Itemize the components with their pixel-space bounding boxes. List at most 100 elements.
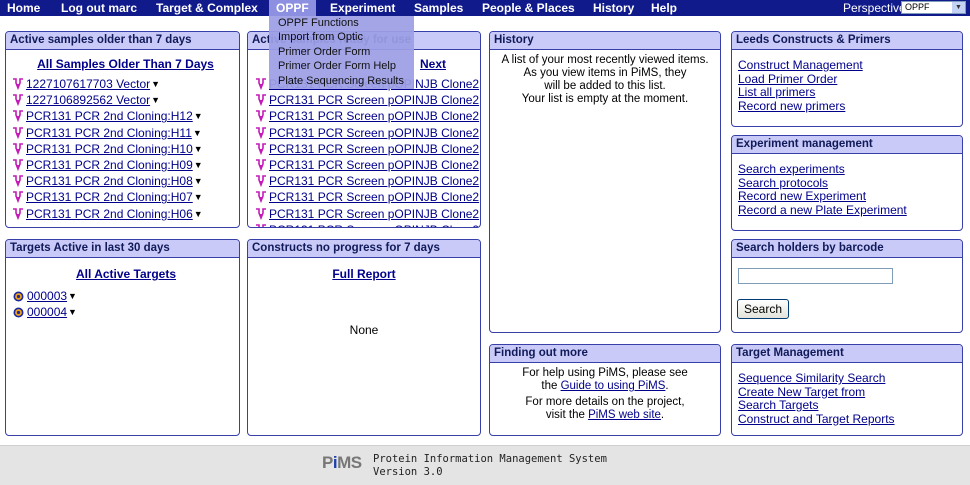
- menu-samples[interactable]: Samples: [414, 1, 463, 15]
- dropdown-triangle-icon[interactable]: ▼: [194, 173, 203, 189]
- record-new-primers-link[interactable]: Record new primers: [738, 99, 845, 113]
- panel-title: Leeds Constructs & Primers: [732, 32, 962, 50]
- dropdown-item-oppf-functions[interactable]: OPPF Functions: [278, 16, 414, 30]
- perspective-label: Perspective:: [843, 1, 910, 15]
- sample-link[interactable]: PCR131 PCR 2nd Cloning:H12: [26, 108, 193, 124]
- search-experiments-link[interactable]: Search experiments: [738, 162, 845, 176]
- history-panel: History A list of your most recently vie…: [489, 31, 721, 333]
- dropdown-triangle-icon[interactable]: ▼: [151, 92, 160, 108]
- search-button[interactable]: Search: [737, 299, 790, 319]
- sample-link[interactable]: PCR131 PCR 2nd Cloning:H07: [26, 189, 193, 205]
- footer: PiMS Protein Information Management Syst…: [0, 445, 970, 485]
- ready-sample-row: PCR131 PCR Screen pOPINJB Clone2: [255, 92, 480, 108]
- ready-sample-link[interactable]: PCR131 PCR Screen pOPINJB Clone2: [269, 189, 479, 205]
- perspective-select[interactable]: OPPF ▼: [901, 1, 966, 14]
- flask-icon: [256, 159, 266, 172]
- construct-target-reports-link[interactable]: Construct and Target Reports: [738, 412, 895, 426]
- target-link[interactable]: 000003: [27, 288, 67, 304]
- next-link[interactable]: Next: [420, 57, 446, 71]
- record-plate-experiment-link[interactable]: Record a new Plate Experiment: [738, 203, 907, 217]
- ready-sample-link[interactable]: PCR131 PCR Screen pOPINJB Clone2: [269, 108, 479, 124]
- menu-logout[interactable]: Log out marc: [61, 1, 137, 15]
- ready-sample-link[interactable]: PCR131 PCR Screen pOPINJB Clone2: [269, 222, 479, 227]
- dropdown-triangle-icon[interactable]: ▼: [68, 304, 77, 320]
- oppf-dropdown-menu: OPPF Functions Import from Optic Primer …: [269, 16, 414, 89]
- ready-sample-link[interactable]: PCR131 PCR Screen pOPINJB Clone2: [269, 173, 479, 189]
- barcode-search-input[interactable]: [738, 268, 893, 284]
- ready-sample-row: PCR131 PCR Screen pOPINJB Clone2: [255, 108, 480, 124]
- panel-title: Finding out more: [490, 345, 720, 363]
- help-text: the: [541, 380, 561, 392]
- dropdown-triangle-icon[interactable]: ▼: [194, 206, 203, 222]
- dropdown-item-plate-sequencing[interactable]: Plate Sequencing Results: [278, 74, 414, 88]
- flask-icon: [256, 126, 266, 139]
- ready-sample-link[interactable]: PCR131 PCR Screen pOPINJB Clone2: [269, 141, 479, 157]
- experiment-management-panel: Experiment management Search experiments…: [731, 135, 963, 231]
- pims-website-link[interactable]: PiMS web site: [588, 409, 661, 421]
- sample-row: 1227107617703 Vector ▼: [12, 76, 239, 92]
- ready-sample-row: PCR131 PCR Screen pOPINJB Clone2: [255, 222, 480, 227]
- sample-link[interactable]: PCR131 PCR 2nd Cloning:H09: [26, 157, 193, 173]
- targets-active-panel: Targets Active in last 30 days All Activ…: [5, 239, 240, 436]
- sequence-similarity-link[interactable]: Sequence Similarity Search: [738, 371, 885, 385]
- target-row: 000003 ▼: [13, 288, 239, 304]
- sample-row: PCR131 PCR 2nd Cloning:H06 ▼: [12, 206, 239, 222]
- menu-help[interactable]: Help: [651, 1, 677, 15]
- sample-link[interactable]: PCR131 PCR 2nd Cloning:H08: [26, 173, 193, 189]
- flask-icon: [13, 126, 23, 139]
- menu-history[interactable]: History: [593, 1, 634, 15]
- search-targets-link[interactable]: Search Targets: [738, 398, 819, 412]
- dropdown-item-import-optic[interactable]: Import from Optic: [278, 30, 414, 44]
- dropdown-triangle-icon[interactable]: ▼: [194, 189, 203, 205]
- menu-experiment[interactable]: Experiment: [330, 1, 395, 15]
- sample-link[interactable]: PCR131 PCR 2nd Cloning:H11: [26, 125, 192, 141]
- flask-icon: [13, 143, 23, 155]
- dropdown-triangle-icon[interactable]: ▼: [68, 288, 77, 304]
- search-protocols-link[interactable]: Search protocols: [738, 176, 828, 190]
- record-new-experiment-link[interactable]: Record new Experiment: [738, 189, 866, 203]
- chevron-down-icon[interactable]: ▼: [952, 2, 965, 13]
- menu-oppf[interactable]: OPPF: [269, 0, 316, 16]
- finding-out-more-panel: Finding out more For help using PiMS, pl…: [489, 344, 721, 436]
- sample-link[interactable]: 1227107617703 Vector: [26, 76, 150, 92]
- load-primer-order-link[interactable]: Load Primer Order: [738, 72, 837, 86]
- help-text: For help using PiMS, please see: [522, 367, 688, 379]
- sample-row: PCR131 PCR 2nd Cloning:H11 ▼: [12, 125, 239, 141]
- sample-row: PCR131 PCR 2nd Cloning:H10 ▼: [12, 141, 239, 157]
- ready-sample-row: PCR131 PCR Screen pOPINJB Clone2: [255, 125, 480, 141]
- flask-icon: [13, 159, 23, 172]
- target-link[interactable]: 000004: [27, 304, 67, 320]
- dropdown-triangle-icon[interactable]: ▼: [194, 157, 203, 173]
- ready-sample-link[interactable]: PCR131 PCR Screen pOPINJB Clone2: [269, 206, 479, 222]
- menu-target-complex[interactable]: Target & Complex: [156, 1, 258, 15]
- menu-home[interactable]: Home: [7, 1, 40, 15]
- dropdown-triangle-icon[interactable]: ▼: [193, 125, 202, 141]
- dropdown-triangle-icon[interactable]: ▼: [194, 141, 203, 157]
- all-samples-older-link[interactable]: All Samples Older Than 7 Days: [12, 57, 239, 71]
- sample-row: PCR131 PCR 2nd Cloning:H08 ▼: [12, 173, 239, 189]
- dropdown-item-primer-order-help[interactable]: Primer Order Form Help: [278, 59, 414, 73]
- sample-link[interactable]: 1227106892562 Vector: [26, 92, 150, 108]
- flask-icon: [256, 110, 266, 123]
- sample-link[interactable]: PCR131 PCR 2nd Cloning:H06: [26, 206, 193, 222]
- create-new-target-link[interactable]: Create New Target from: [738, 385, 865, 399]
- guide-link[interactable]: Guide to using PiMS: [561, 380, 666, 392]
- dropdown-triangle-icon[interactable]: ▼: [151, 76, 160, 92]
- all-active-targets-link[interactable]: All Active Targets: [13, 267, 239, 281]
- construct-management-link[interactable]: Construct Management: [738, 58, 863, 72]
- sample-link[interactable]: PCR131 PCR 2nd Cloning:H10: [26, 141, 193, 157]
- dropdown-triangle-icon[interactable]: ▼: [194, 108, 203, 124]
- menu-people-places[interactable]: People & Places: [482, 1, 575, 15]
- dropdown-item-primer-order-form[interactable]: Primer Order Form: [278, 45, 414, 59]
- flask-icon: [256, 78, 266, 91]
- history-text: A list of your most recently viewed item…: [501, 54, 709, 66]
- full-report-link[interactable]: Full Report: [248, 267, 480, 281]
- perspective-value: OPPF: [905, 2, 930, 12]
- sample-row: PCR131 PCR 2nd Cloning:H07 ▼: [12, 189, 239, 205]
- panel-title: Target Management: [732, 345, 962, 363]
- ready-sample-link[interactable]: PCR131 PCR Screen pOPINJB Clone2: [269, 125, 479, 141]
- flask-icon: [256, 175, 266, 188]
- ready-sample-link[interactable]: PCR131 PCR Screen pOPINJB Clone2: [269, 92, 479, 108]
- ready-sample-link[interactable]: PCR131 PCR Screen pOPINJB Clone2: [269, 157, 479, 173]
- list-all-primers-link[interactable]: List all primers: [738, 85, 815, 99]
